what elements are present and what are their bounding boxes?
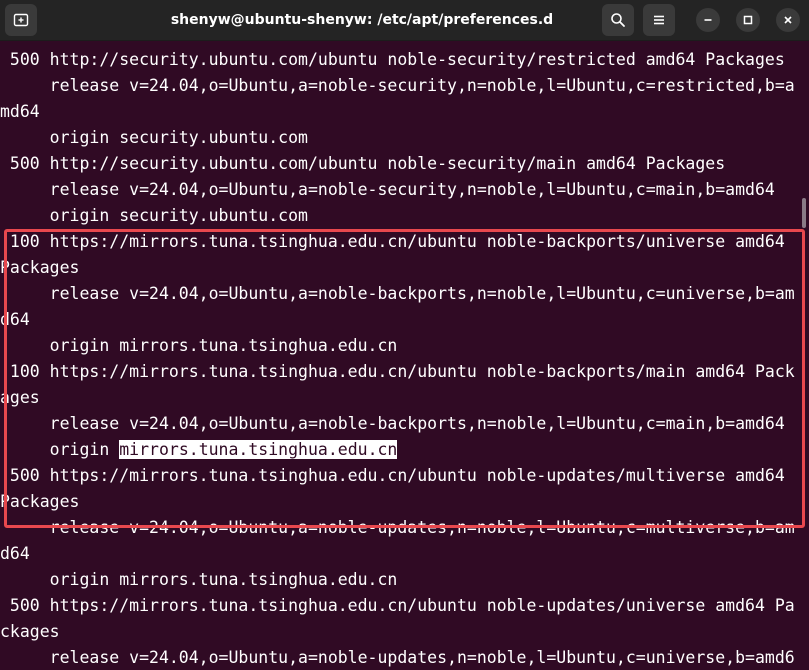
terminal-line: release v=24.04,o=Ubuntu,a=noble-securit… bbox=[0, 180, 775, 199]
terminal-line: origin mirrors.tuna.tsinghua.edu.cn bbox=[0, 336, 398, 355]
search-button[interactable] bbox=[602, 4, 634, 36]
terminal-line-prefix: origin bbox=[0, 440, 120, 459]
title-bar: shenyw@ubuntu-shenyw: /etc/apt/preferenc… bbox=[0, 0, 809, 41]
minimize-button[interactable] bbox=[696, 8, 720, 32]
terminal-output[interactable]: 500 http://security.ubuntu.com/ubuntu no… bbox=[0, 47, 809, 670]
minimize-icon bbox=[704, 19, 712, 21]
new-tab-button[interactable] bbox=[5, 4, 37, 36]
terminal-line: 500 http://security.ubuntu.com/ubuntu no… bbox=[0, 50, 785, 69]
terminal-line: d64 bbox=[0, 544, 30, 563]
hamburger-menu-icon bbox=[654, 15, 664, 25]
menu-button[interactable] bbox=[643, 4, 675, 36]
terminal-line: 100 https://mirrors.tuna.tsinghua.edu.cn… bbox=[0, 362, 795, 381]
terminal-line: release v=24.04,o=Ubuntu,a=noble-securit… bbox=[0, 76, 795, 95]
terminal-line: release v=24.04,o=Ubuntu,a=noble-backpor… bbox=[0, 284, 795, 303]
terminal-window: shenyw@ubuntu-shenyw: /etc/apt/preferenc… bbox=[0, 0, 809, 670]
terminal-line: ages bbox=[0, 388, 40, 407]
terminal-line-with-selection: origin mirrors.tuna.tsinghua.edu.cn bbox=[0, 437, 809, 463]
terminal-line: release v=24.04,o=Ubuntu,a=noble-updates… bbox=[0, 518, 795, 537]
terminal-line: 100 https://mirrors.tuna.tsinghua.edu.cn… bbox=[0, 232, 785, 251]
terminal-line: 500 http://security.ubuntu.com/ubuntu no… bbox=[0, 154, 726, 173]
scrollbar-thumb[interactable] bbox=[802, 198, 806, 228]
close-icon bbox=[784, 16, 792, 24]
terminal-line: ckages bbox=[0, 622, 60, 641]
terminal-line: Packages bbox=[0, 258, 80, 277]
terminal-line: d64 bbox=[0, 310, 30, 329]
terminal-line: 500 https://mirrors.tuna.tsinghua.edu.cn… bbox=[0, 596, 795, 615]
maximize-icon bbox=[743, 15, 753, 25]
terminal-line: release v=24.04,o=Ubuntu,a=noble-updates… bbox=[0, 648, 795, 667]
window-title: shenyw@ubuntu-shenyw: /etc/apt/preferenc… bbox=[170, 12, 554, 28]
maximize-button[interactable] bbox=[736, 8, 760, 32]
terminal-line: origin security.ubuntu.com bbox=[0, 128, 308, 147]
new-tab-icon bbox=[13, 13, 29, 27]
terminal-line: Packages bbox=[0, 492, 80, 511]
search-icon bbox=[611, 13, 625, 27]
terminal-line: release v=24.04,o=Ubuntu,a=noble-backpor… bbox=[0, 414, 785, 433]
terminal-line: md64 bbox=[0, 102, 40, 121]
terminal-line: 500 https://mirrors.tuna.tsinghua.edu.cn… bbox=[0, 466, 785, 485]
close-button[interactable] bbox=[776, 8, 800, 32]
terminal-line: origin security.ubuntu.com bbox=[0, 206, 308, 225]
terminal-line: origin mirrors.tuna.tsinghua.edu.cn bbox=[0, 570, 398, 589]
selected-text[interactable]: mirrors.tuna.tsinghua.edu.cn bbox=[119, 440, 398, 459]
